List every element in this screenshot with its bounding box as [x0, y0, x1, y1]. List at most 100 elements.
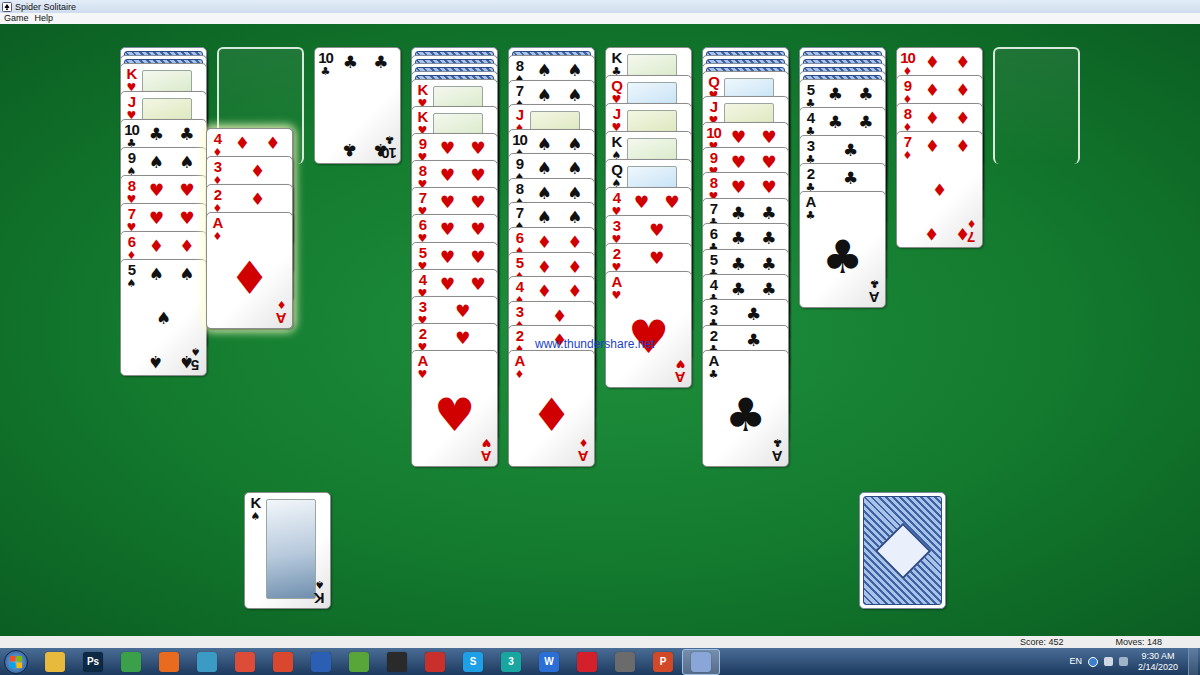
clock[interactable]: 9:30 AM2/14/2020: [1134, 651, 1182, 673]
suit-pip: ♦: [567, 282, 582, 300]
help-icon[interactable]: [1088, 657, 1098, 667]
card[interactable]: 5♠♠♠♠♠♠5♠: [120, 259, 207, 376]
suit-pip: ♠: [179, 153, 194, 171]
start-button[interactable]: [4, 650, 28, 674]
card-rank: 3: [516, 304, 523, 320]
suit-pip: ♦: [531, 392, 572, 438]
taskbar-app[interactable]: Ps: [74, 649, 112, 675]
taskbar-app[interactable]: [188, 649, 226, 675]
taskbar-app[interactable]: P: [644, 649, 682, 675]
card-rank: A: [213, 215, 223, 231]
taskbar-app[interactable]: [682, 649, 720, 675]
stock-pile[interactable]: [859, 492, 946, 609]
taskbar-app[interactable]: [302, 649, 340, 675]
suit-pip: ♦: [925, 109, 940, 127]
card-rank: 5: [419, 245, 426, 261]
suit-pip: ♥: [628, 314, 669, 360]
tray-icon[interactable]: [1104, 657, 1113, 666]
empty-slot[interactable]: [993, 47, 1080, 164]
taskbar-app[interactable]: W: [530, 649, 568, 675]
taskbar-app[interactable]: [340, 649, 378, 675]
suit-pip: ♠: [537, 86, 552, 104]
tableau-column: 5♣♣♣4♣♣♣3♣♣2♣♣A♣♣A♣: [799, 47, 886, 308]
suit-pip: ♦: [955, 137, 970, 155]
card-rank: 6: [128, 234, 135, 250]
suit-pip: ♠: [537, 135, 552, 153]
taskbar-app[interactable]: [226, 649, 264, 675]
dragged-stack[interactable]: 4♦♦♦3♦♦2♦♦A♦♦A♦: [206, 128, 293, 329]
taskbar-app[interactable]: [416, 649, 454, 675]
card[interactable]: 7♦♦♦♦♦♦7♦: [896, 131, 983, 248]
card[interactable]: A♣♣A♣: [702, 350, 789, 467]
suit-pip: ♠: [567, 86, 582, 104]
suit-pip: ♦: [250, 162, 265, 180]
windows-logo-icon: [10, 656, 22, 668]
suit-pip: ♥: [470, 275, 485, 293]
card[interactable]: A♦♦A♦: [206, 212, 293, 329]
show-desktop-button[interactable]: [1188, 648, 1198, 675]
title-bar: Spider Solitaire: [0, 0, 1200, 13]
time: 9:30 AM: [1141, 651, 1174, 662]
suit-pip: ♣: [731, 229, 746, 247]
status-bar: Score: 452Moves: 148: [0, 636, 1200, 648]
screen: Spider SolitaireGameHelpK♥J♥10♣♣♣9♠♠♠8♥♥…: [0, 0, 1200, 675]
card-rank: J: [710, 99, 717, 115]
card-suit: ♦: [903, 150, 913, 162]
card[interactable]: K♠K♠: [244, 492, 331, 609]
card-rank: 6: [419, 217, 426, 233]
suit-pip: ♥: [149, 181, 164, 199]
card-rank: 9: [710, 150, 717, 166]
suit-pip: ♣: [843, 169, 858, 187]
card-rank: 4: [214, 131, 221, 147]
card[interactable]: A♣♣A♣: [799, 191, 886, 308]
card[interactable]: 10♣♣♣♣♣10♣: [314, 47, 401, 164]
menu-item[interactable]: Help: [35, 13, 54, 24]
taskbar: Ps S3W P EN 9:30 AM2/14/2020: [0, 648, 1200, 675]
taskbar-app[interactable]: [36, 649, 74, 675]
card-rank: 3: [710, 302, 717, 318]
app-icon: [387, 652, 407, 672]
app-icon: S: [463, 652, 483, 672]
app-icon: [235, 652, 255, 672]
menu-item[interactable]: Game: [4, 13, 29, 24]
taskbar-app[interactable]: [378, 649, 416, 675]
suit-pip: ♥: [761, 178, 776, 196]
app-icon: [349, 652, 369, 672]
taskbar-app[interactable]: [150, 649, 188, 675]
card[interactable]: A♥♥A♥: [605, 271, 692, 388]
window-title: Spider Solitaire: [15, 1, 76, 13]
tray-icon[interactable]: [1119, 657, 1128, 666]
suit-pip: ♠: [537, 159, 552, 177]
taskbar-app[interactable]: [112, 649, 150, 675]
suit-pip: ♦: [537, 258, 552, 276]
tableau-column: Q♥J♥10♥♥♥9♥♥♥8♥♥♥7♣♣♣6♣♣♣5♣♣♣4♣♣♣3♣♣2♣♣A…: [702, 47, 789, 467]
app-icon: [45, 652, 65, 672]
card[interactable]: A♦♦A♦: [508, 350, 595, 467]
taskbar-app[interactable]: [264, 649, 302, 675]
card-rank: K: [612, 134, 622, 150]
card-rank: 2: [613, 246, 620, 262]
language-indicator[interactable]: EN: [1069, 656, 1082, 667]
taskbar-app[interactable]: 3: [492, 649, 530, 675]
suit-pip: ♠: [567, 184, 582, 202]
card-rank: 5: [807, 82, 814, 98]
taskbar-app[interactable]: [568, 649, 606, 675]
card[interactable]: A♥♥A♥: [411, 350, 498, 467]
suit-pip: ♦: [179, 237, 194, 255]
suit-pip: ♣: [746, 305, 761, 323]
suit-pip: ♠: [567, 135, 582, 153]
card-rank: K: [612, 50, 622, 66]
card-back[interactable]: [859, 492, 946, 609]
taskbar-app[interactable]: S: [454, 649, 492, 675]
suit-pip: ♥: [179, 181, 194, 199]
card-suit: ♠: [127, 278, 137, 290]
suit-pip: ♣: [761, 280, 776, 298]
taskbar-app[interactable]: [606, 649, 644, 675]
card-suit: ♥: [418, 369, 428, 381]
card-rank: 6: [516, 230, 523, 246]
suit-pip: ♥: [440, 248, 455, 266]
card-rank: 2: [807, 166, 814, 182]
suit-pip: ♥: [470, 193, 485, 211]
suit-pip: ♦: [567, 233, 582, 251]
suit-pip: ♥: [440, 139, 455, 157]
